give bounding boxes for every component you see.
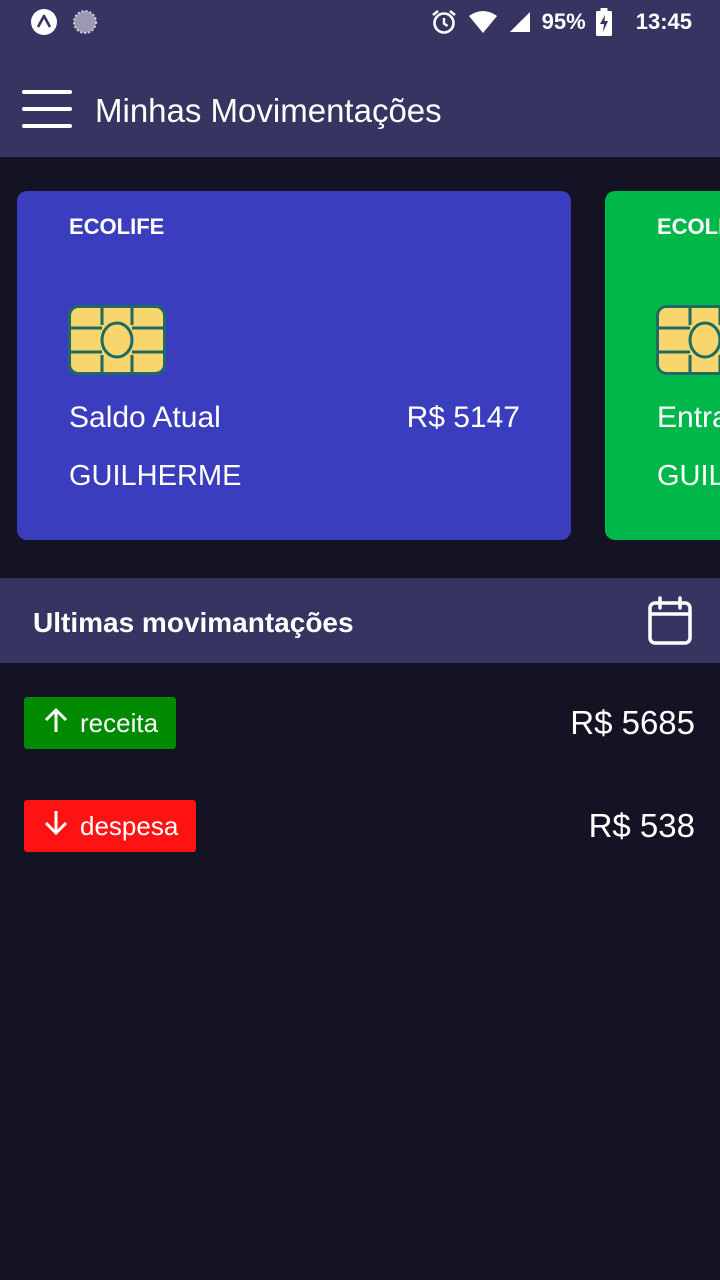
menu-line [22,107,72,111]
menu-line [22,124,72,128]
section-header: Ultimas movimantações [0,578,720,663]
hamburger-menu-icon[interactable] [22,90,74,128]
arrow-up-icon [44,707,68,740]
battery-charging-icon [595,8,612,36]
card-income-label: Entra [657,401,720,434]
card-balance-value: R$ 5147 [406,401,520,434]
transaction-row[interactable]: receita R$ 5685 [0,697,720,757]
status-bar-left [30,8,98,36]
alarm-icon [430,8,458,36]
transaction-amount: R$ 538 [588,807,695,844]
card-balance-label: Saldo Atual [69,401,221,434]
status-bar-right: 95% 13:45 [430,8,692,36]
transaction-type-label: despesa [80,810,179,841]
menu-line [22,90,72,94]
wifi-icon [468,10,498,34]
signal-icon [508,10,532,34]
transaction-type-badge: receita [24,697,177,749]
card-holder-name: GUILHERME [69,460,242,492]
balance-card[interactable]: ECOLIFE Saldo Atual R$ 5147 GUILHERME [17,191,571,540]
card-chip-icon [68,305,166,375]
transaction-type-badge: despesa [24,800,197,852]
sync-icon [72,9,98,35]
card-brand: ECOLIFE [69,214,165,239]
card-holder-name: GUIL [657,460,720,492]
card-brand: ECOLI [657,214,720,239]
clock: 13:45 [635,9,692,34]
app-header: Minhas Movimentações [0,44,720,157]
calendar-icon[interactable] [646,596,694,646]
arrow-down-icon [44,810,68,843]
expo-icon [30,8,58,36]
app-screen: 95% 13:45 Minhas Movimentações ECOLIFE S… [0,0,720,1280]
income-card[interactable]: ECOLI Entra GUIL [605,191,720,540]
card-chip-icon [656,305,720,375]
transaction-row[interactable]: despesa R$ 538 [0,800,720,860]
section-title: Ultimas movimantações [33,607,354,638]
page-title: Minhas Movimentações [95,92,442,129]
status-bar: 95% 13:45 [0,0,720,44]
transaction-type-label: receita [80,707,159,738]
cards-carousel[interactable]: ECOLIFE Saldo Atual R$ 5147 GUILHERME EC… [0,157,720,577]
battery-percentage: 95% [541,9,586,34]
transaction-amount: R$ 5685 [570,704,695,741]
